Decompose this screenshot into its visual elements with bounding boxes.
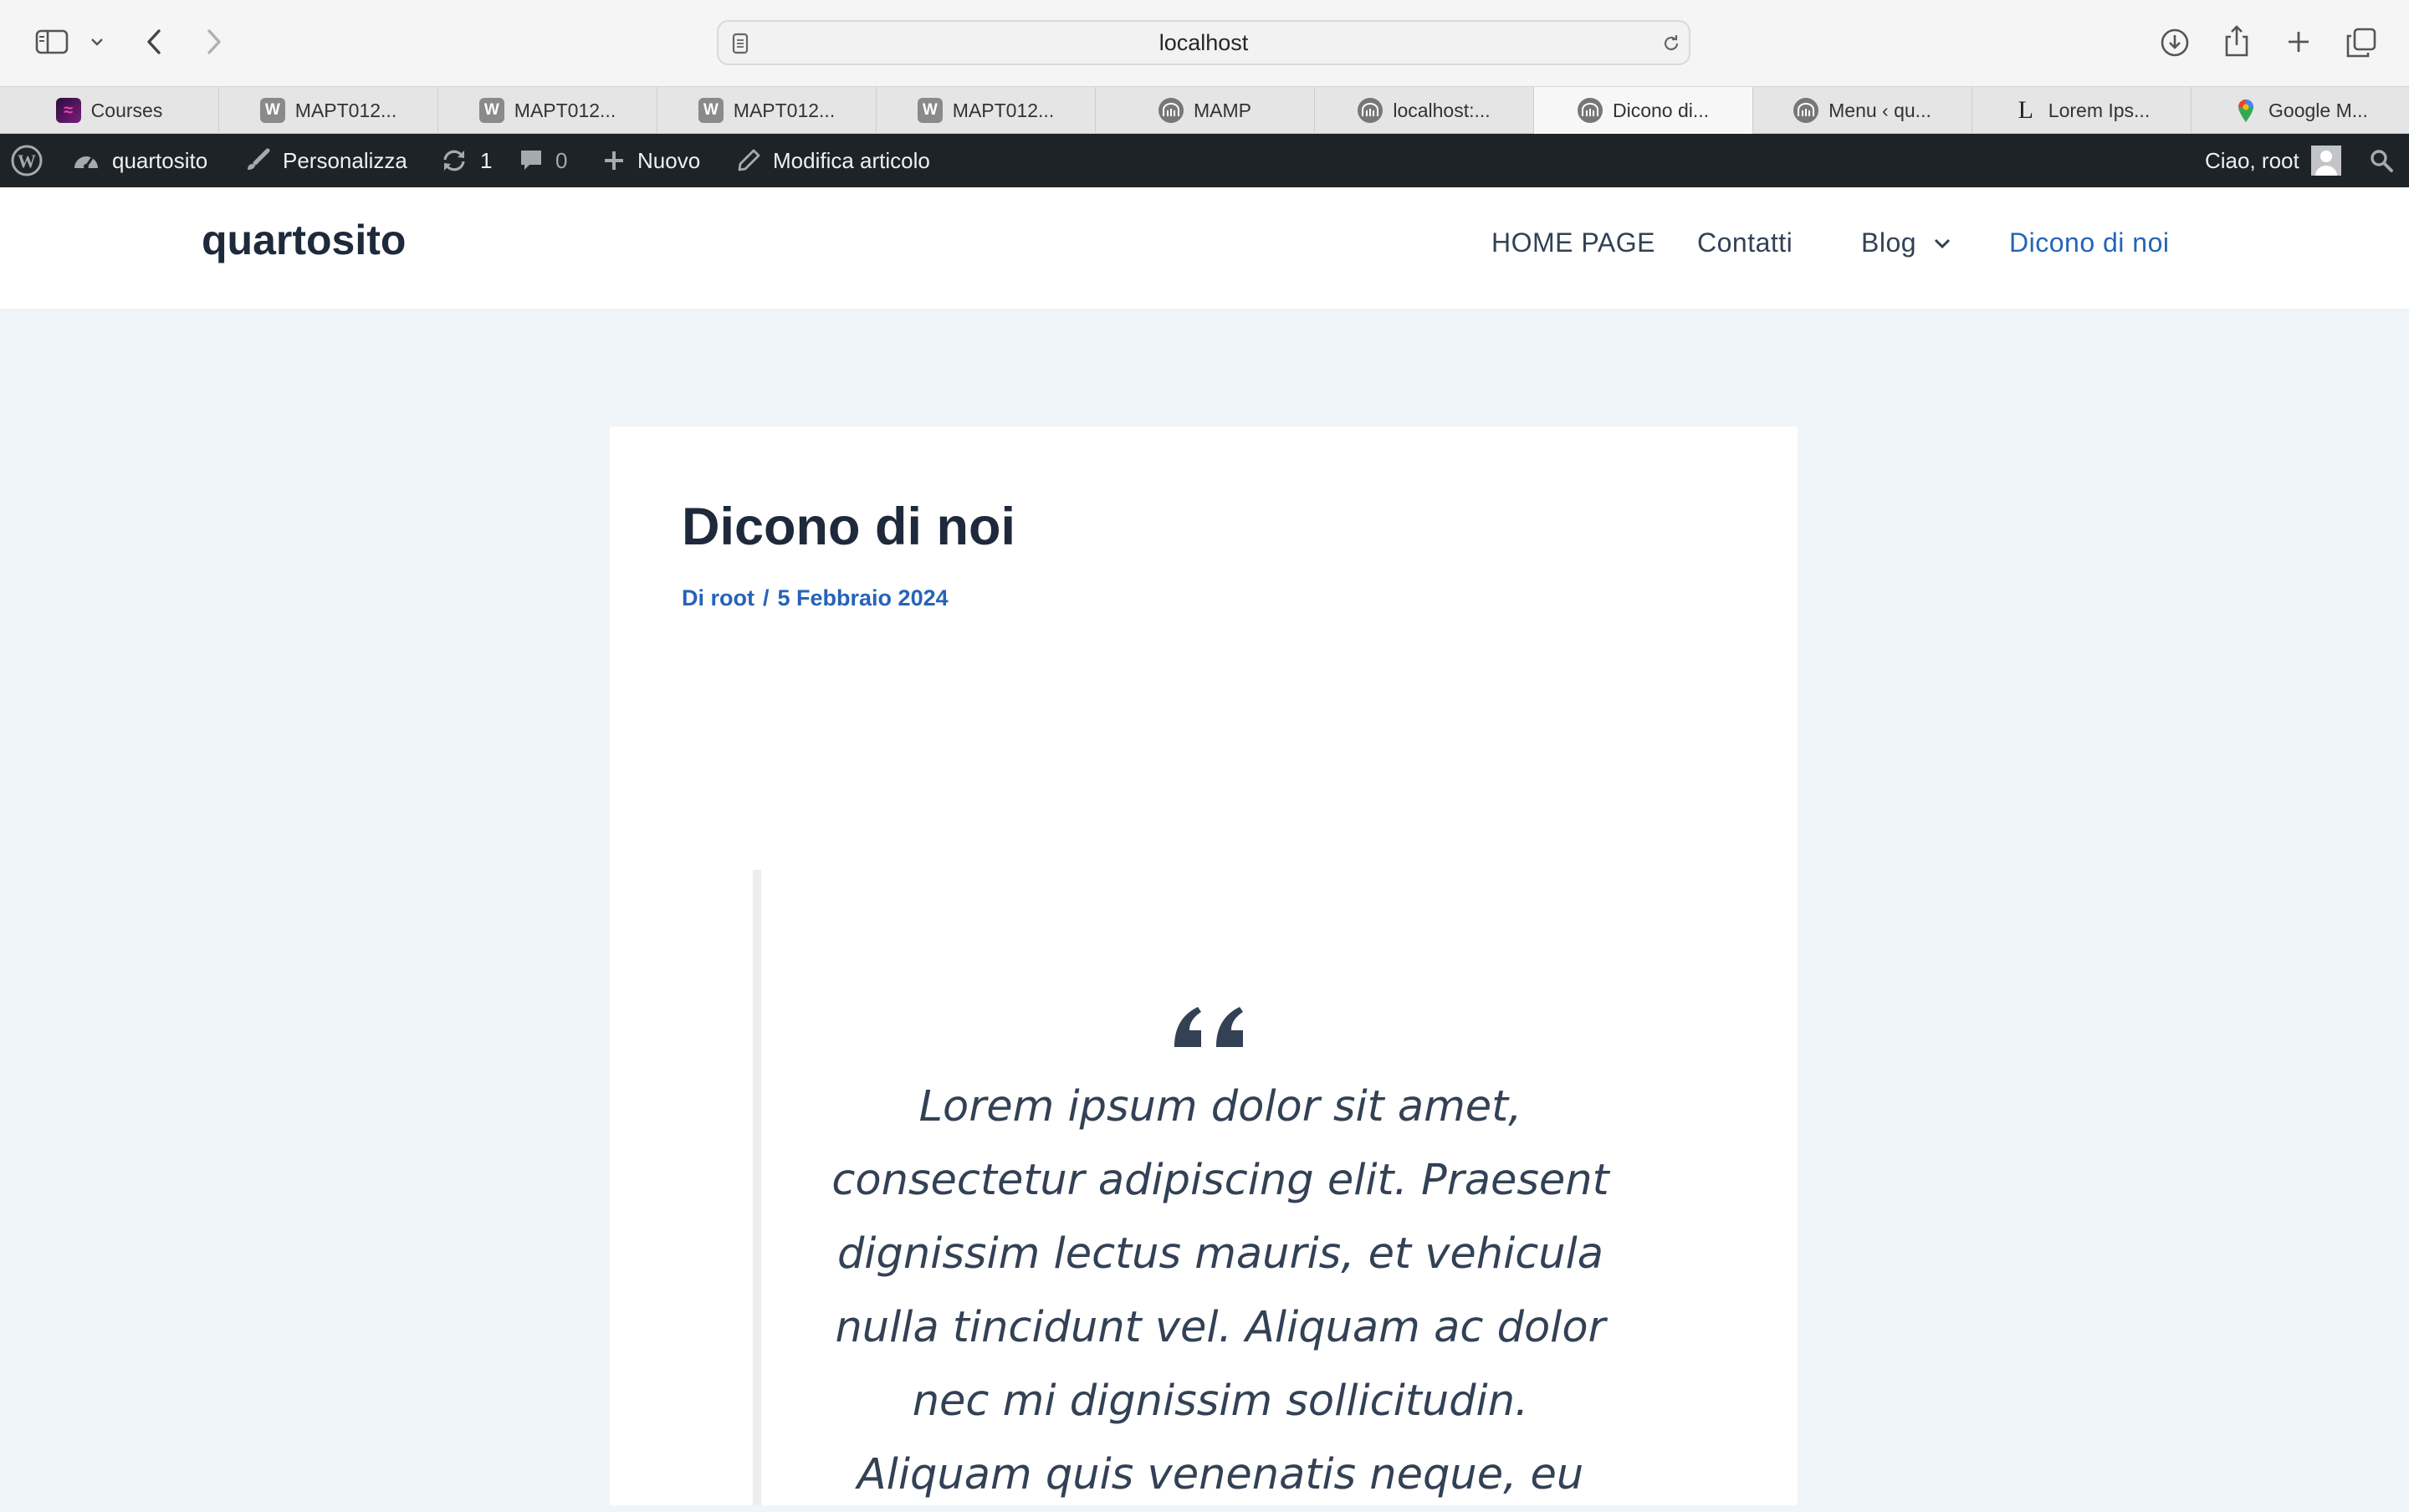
address-bar[interactable]: localhost [717,20,1690,65]
tab-mapt012-3[interactable]: W MAPT012... [657,87,877,134]
wp-admin-bar: W quartosito Personalizza 1 0 Nuovo Modi… [0,134,2409,187]
tab-lorem-ipsum[interactable]: L Lorem Ips... [1972,87,2192,134]
tab-label: Dicono di... [1612,99,1710,121]
tab-label: MAMP [1194,99,1251,121]
mamp-favicon [1158,98,1184,123]
new-tab-icon[interactable] [2284,25,2314,59]
blockquote-border [753,870,761,1505]
quote-line: Aliquam quis venenatis neque, eu [857,1450,1584,1499]
forward-icon[interactable] [199,25,229,59]
tab-mamp[interactable]: MAMP [1096,87,1315,134]
tab-label: MAPT012... [294,99,397,121]
paintbrush-icon [244,147,271,174]
tab-label: MAPT012... [514,99,616,121]
sidebar-toggle-icon[interactable] [32,25,72,59]
nav-blog-label: Blog [1861,227,1917,258]
chevron-down-icon[interactable] [87,30,107,54]
wordpress-logo-button[interactable]: W [10,134,43,187]
quote-line: dignissim lectus mauris, et vehicula [836,1229,1604,1279]
blockquote-text: Lorem ipsum dolor sit amet, consectetur … [802,1070,1639,1512]
mamp-favicon [1577,98,1603,123]
tab-label: Google M... [2268,99,2368,121]
admin-search-button[interactable] [2369,134,2394,187]
quote-line: consectetur adipiscing elit. Praesent [831,1156,1609,1205]
nav-blog[interactable]: Blog [1861,227,1951,258]
tab-label: MAPT012... [733,99,836,121]
nav-home[interactable]: HOME PAGE [1491,227,1655,258]
new-content-button[interactable]: Nuovo [602,134,700,187]
pencil-icon [736,148,761,173]
reload-icon[interactable] [1660,32,1682,55]
tab-label: MAPT012... [952,99,1055,121]
nav-about[interactable]: Dicono di noi [2009,227,2170,258]
comments-button[interactable]: 0 [519,134,567,187]
tab-menu[interactable]: Menu ‹ qu... [1753,87,1972,134]
w-favicon: W [917,98,943,123]
greeting: Ciao, root [2205,147,2299,173]
quote-line: nulla tincidunt vel. Aliquam ac dolor [835,1303,1606,1352]
dashboard-icon [72,148,100,173]
updates-count: 1 [480,147,493,173]
tab-courses[interactable]: ≈ Courses [0,87,219,134]
download-icon[interactable] [2157,25,2192,60]
post-date-link[interactable]: 5 Febbraio 2024 [778,585,949,611]
updates-icon [440,148,468,173]
tab-mapt012-1[interactable]: W MAPT012... [219,87,438,134]
quote-line: Lorem ipsum dolor sit amet, [918,1082,1522,1131]
tab-mapt012-2[interactable]: W MAPT012... [438,87,657,134]
chevron-down-icon [1933,238,1951,249]
quote-icon [1169,995,1253,1062]
comment-icon [519,148,544,173]
post-author-link[interactable]: Di root [682,585,754,611]
w-favicon: W [478,98,504,123]
mamp-favicon [1358,98,1384,123]
post-title: Dicono di noi [682,498,1015,556]
post-article: Dicono di noi Di root / 5 Febbraio 2024 … [610,427,1798,1505]
edit-post-button[interactable]: Modifica articolo [736,134,930,187]
new-label: Nuovo [637,147,701,173]
lorem-favicon: L [2018,96,2033,124]
url-text: localhost [1158,30,1249,55]
tab-label: Courses [90,99,163,121]
tab-overview-icon[interactable] [2344,25,2379,60]
post-meta: Di root / 5 Febbraio 2024 [682,585,949,611]
mamp-favicon [1793,98,1819,123]
tab-dicono-di-noi[interactable]: Dicono di... [1534,87,1753,134]
edit-post-label: Modifica articolo [773,147,930,173]
tab-localhost[interactable]: localhost:... [1315,87,1534,134]
tab-bar: ≈ Courses W MAPT012... W MAPT012... W MA… [0,86,2409,134]
tab-google-maps[interactable]: Google M... [2192,87,2409,134]
back-icon[interactable] [139,25,169,59]
courses-favicon: ≈ [55,98,81,123]
site-title[interactable]: quartosito [202,216,406,264]
search-icon [2369,148,2394,173]
w-favicon: W [259,98,285,123]
avatar [2310,146,2341,176]
tab-label: Menu ‹ qu... [1828,99,1931,121]
maps-favicon [2233,98,2258,123]
meta-separator: / [763,585,770,610]
comments-count: 0 [555,147,568,173]
my-account-menu[interactable]: Ciao, root [2205,134,2341,187]
customize-label: Personalizza [283,147,407,173]
site-header: quartosito HOME PAGE Contatti Blog Dicon… [0,187,2409,310]
browser-toolbar: localhost [0,0,2409,86]
quote-line: nec mi dignissim sollicitudin. [912,1377,1529,1426]
site-name-menu[interactable]: quartosito [72,134,207,187]
share-icon[interactable] [2222,22,2252,60]
tab-label: Lorem Ips... [2048,99,2151,121]
svg-text:W: W [18,151,36,171]
admin-site-name: quartosito [112,147,208,173]
w-favicon: W [698,98,724,123]
tab-mapt012-4[interactable]: W MAPT012... [877,87,1096,134]
plus-icon [602,149,626,172]
customize-button[interactable]: Personalizza [244,134,407,187]
nav-contacts[interactable]: Contatti [1697,227,1793,258]
tab-label: localhost:... [1393,99,1491,121]
wordpress-logo-icon: W [10,144,43,177]
updates-button[interactable]: 1 [440,134,492,187]
